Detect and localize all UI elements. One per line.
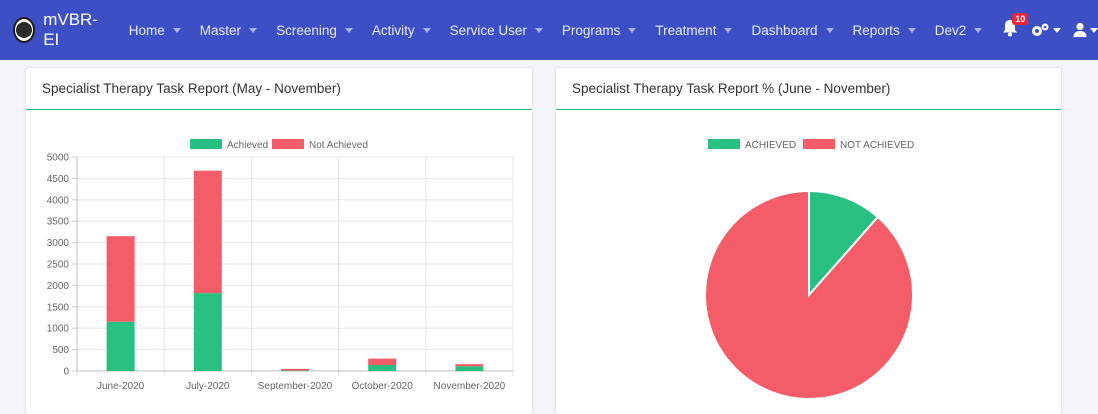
y-tick-label: 2000: [47, 281, 70, 292]
brand-name: mVBR-EI: [43, 10, 98, 49]
nav-treatment[interactable]: Treatment: [655, 22, 733, 38]
chevron-down-icon: [724, 27, 733, 33]
nav-home-label: Home: [128, 22, 165, 38]
nav-home[interactable]: Home: [129, 23, 181, 38]
nav-dashboard[interactable]: Dashboard: [751, 22, 834, 38]
chevron-down-icon: [249, 27, 258, 33]
notification-count-badge: 10: [1012, 13, 1029, 25]
y-tick-label: 4000: [47, 195, 70, 206]
y-tick-label: 3500: [47, 217, 70, 228]
nav-programs[interactable]: Programs: [562, 23, 637, 38]
y-tick-label: 1500: [47, 302, 70, 313]
pie-chart: ACHIEVED NOT ACHIEVED: [704, 139, 914, 400]
legend-swatch: [708, 139, 740, 149]
nav-reports-label: Reports: [852, 22, 900, 38]
card-title: Specialist Therapy Task Report (May - No…: [26, 68, 532, 110]
legend-label: Achieved: [227, 140, 268, 151]
bar-segment: [368, 358, 397, 366]
legend-label: NOT ACHIEVED: [840, 140, 914, 151]
bar-segment: [455, 366, 484, 371]
nav-activity[interactable]: Activity: [372, 23, 431, 38]
y-tick-label: 4500: [47, 174, 70, 185]
chevron-down-icon: [534, 27, 543, 33]
chevron-down-icon: [1053, 27, 1062, 33]
legend-swatch: [803, 139, 835, 149]
nav-screening[interactable]: Screening: [276, 23, 353, 38]
chevron-down-icon: [974, 27, 983, 33]
top-navbar: mVBR-EI Home Master Screening Activity S…: [0, 0, 1098, 60]
settings-menu-button[interactable]: [1030, 22, 1062, 38]
stacked-bar-chart: Achieved Not Achieved 0 500 1000 1500 2000 2500…: [47, 139, 514, 392]
user-icon: [1073, 22, 1087, 37]
bar-segment: [455, 364, 484, 367]
nav-master[interactable]: Master: [199, 22, 258, 38]
legend-swatch: [272, 139, 304, 149]
nav-screening-label: Screening: [276, 22, 337, 38]
pie-slice: [704, 189, 914, 400]
gears-icon: [1032, 23, 1049, 36]
y-tick-label: 3000: [47, 238, 70, 249]
nav-service-user[interactable]: Service User: [450, 23, 543, 38]
chevron-down-icon: [422, 27, 431, 33]
chevron-down-icon: [344, 27, 353, 33]
chevron-down-icon: [907, 27, 916, 33]
task-report-card: Specialist Therapy Task Report (May - No…: [26, 68, 532, 414]
chevron-down-icon: [628, 27, 637, 33]
x-tick-label: June-2020: [97, 381, 145, 392]
card-title: Specialist Therapy Task Report % (June -…: [556, 68, 1061, 110]
chevron-down-icon: [1090, 27, 1098, 33]
nav-treatment-label: Treatment: [655, 22, 717, 38]
legend-label: ACHIEVED: [745, 140, 796, 151]
user-menu-button[interactable]: [1073, 22, 1098, 38]
nav-reports[interactable]: Reports: [853, 23, 916, 38]
bar-segment: [106, 236, 135, 322]
nav-dev2-label: Dev2: [934, 22, 967, 38]
y-tick-label: 500: [52, 345, 69, 356]
y-tick-label: 2500: [47, 260, 70, 271]
legend-swatch: [190, 139, 222, 149]
task-report-percent-card: Specialist Therapy Task Report % (June -…: [556, 68, 1061, 414]
nav-dev2[interactable]: Dev2: [935, 23, 983, 38]
chevron-down-icon: [172, 27, 181, 33]
x-tick-label: July-2020: [186, 381, 230, 392]
legend-label: Not Achieved: [309, 140, 368, 151]
x-tick-label: November-2020: [434, 381, 506, 392]
nav-service-user-label: Service User: [449, 22, 527, 38]
nav-programs-label: Programs: [561, 22, 621, 38]
chevron-down-icon: [825, 27, 834, 33]
bar-segment: [106, 321, 135, 371]
y-tick-label: 5000: [47, 153, 70, 164]
brand[interactable]: mVBR-EI: [13, 10, 102, 50]
x-tick-label: September-2020: [258, 381, 333, 392]
bar-segment: [368, 365, 397, 371]
y-tick-label: 1000: [47, 324, 70, 335]
nav-activity-label: Activity: [371, 22, 415, 38]
nav-master-label: Master: [199, 22, 242, 38]
nav-dashboard-label: Dashboard: [751, 22, 818, 38]
brand-logo-icon: [13, 17, 36, 43]
y-tick-label: 0: [63, 367, 69, 378]
x-tick-label: October-2020: [352, 381, 414, 392]
bar-segment: [193, 170, 222, 294]
bar-segment: [193, 293, 222, 371]
notifications-button[interactable]: 10: [1002, 13, 1029, 41]
bar-segment: [281, 368, 309, 371]
